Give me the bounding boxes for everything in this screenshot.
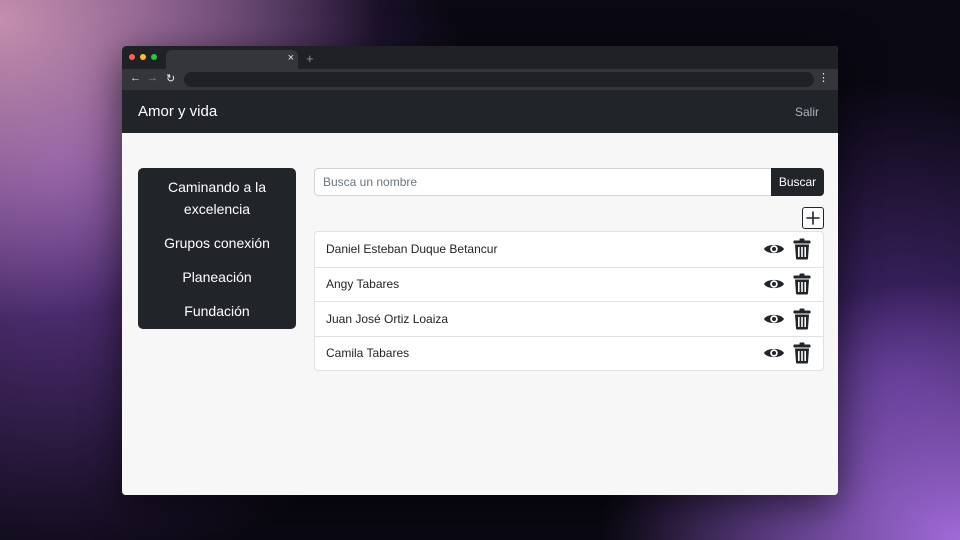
view-button[interactable] xyxy=(763,242,785,256)
reload-icon[interactable]: ↻ xyxy=(166,72,175,85)
list-item: Camila Tabares xyxy=(315,335,823,371)
view-button[interactable] xyxy=(763,277,785,291)
view-button[interactable] xyxy=(763,346,785,360)
delete-button[interactable] xyxy=(793,308,811,330)
list-item: Daniel Esteban Duque Betancur xyxy=(315,232,823,267)
row-actions xyxy=(763,308,811,330)
sidebar-menu: Caminando a la excelencia Grupos conexió… xyxy=(138,168,296,329)
minimize-window-dot[interactable] xyxy=(140,54,146,60)
list-item: Angy Tabares xyxy=(315,266,823,302)
sidebar-item-grupos[interactable]: Grupos conexión xyxy=(138,230,296,257)
view-button[interactable] xyxy=(763,312,785,326)
search-bar: Buscar xyxy=(314,168,824,196)
row-actions xyxy=(763,273,811,295)
brand-title[interactable]: Amor y vida xyxy=(138,103,217,120)
logout-link[interactable]: Salir xyxy=(795,105,819,119)
top-navbar: Amor y vida Salir xyxy=(122,90,838,133)
main-content: Caminando a la excelencia Grupos conexió… xyxy=(122,133,838,495)
eye-icon xyxy=(764,280,784,289)
address-bar[interactable] xyxy=(184,72,814,87)
row-actions xyxy=(763,342,811,364)
person-name: Daniel Esteban Duque Betancur xyxy=(326,242,498,257)
trash-icon xyxy=(793,273,811,295)
tab-close-icon[interactable]: × xyxy=(288,52,294,64)
person-name: Juan José Ortiz Loaiza xyxy=(326,311,449,326)
close-window-dot[interactable] xyxy=(129,54,135,60)
person-name: Angy Tabares xyxy=(326,277,400,292)
search-button[interactable]: Buscar xyxy=(771,168,824,196)
search-input[interactable] xyxy=(314,168,771,196)
sidebar-item-caminando[interactable]: Caminando a la excelencia xyxy=(138,174,296,223)
browser-window: × + ← → ↻ ⋮ Amor y vida Salir Caminando … xyxy=(122,46,838,495)
row-actions xyxy=(763,238,811,260)
delete-button[interactable] xyxy=(793,238,811,260)
trash-icon xyxy=(793,238,811,260)
plus-icon xyxy=(806,211,820,225)
eye-icon xyxy=(764,349,784,358)
browser-tab-bar: × + xyxy=(122,46,838,69)
sidebar-item-planeacion[interactable]: Planeación xyxy=(138,264,296,291)
new-tab-icon[interactable]: + xyxy=(306,51,314,66)
delete-button[interactable] xyxy=(793,273,811,295)
sidebar-item-fundacion[interactable]: Fundación xyxy=(138,298,296,325)
back-arrow-icon[interactable]: ← xyxy=(130,72,141,84)
browser-menu-icon[interactable]: ⋮ xyxy=(818,71,829,84)
trash-icon xyxy=(793,308,811,330)
browser-tab[interactable]: × xyxy=(166,50,298,69)
eye-icon xyxy=(764,314,784,323)
add-person-button[interactable] xyxy=(802,207,824,229)
delete-button[interactable] xyxy=(793,342,811,364)
browser-toolbar: ← → ↻ ⋮ xyxy=(122,69,838,90)
eye-icon xyxy=(764,245,784,254)
trash-icon xyxy=(793,342,811,364)
people-list: Daniel Esteban Duque Betancur Angy Tabar… xyxy=(314,231,824,371)
forward-arrow-icon[interactable]: → xyxy=(147,72,158,84)
maximize-window-dot[interactable] xyxy=(151,54,157,60)
person-name: Camila Tabares xyxy=(326,346,410,361)
window-controls xyxy=(129,54,157,60)
list-item: Juan José Ortiz Loaiza xyxy=(315,301,823,336)
